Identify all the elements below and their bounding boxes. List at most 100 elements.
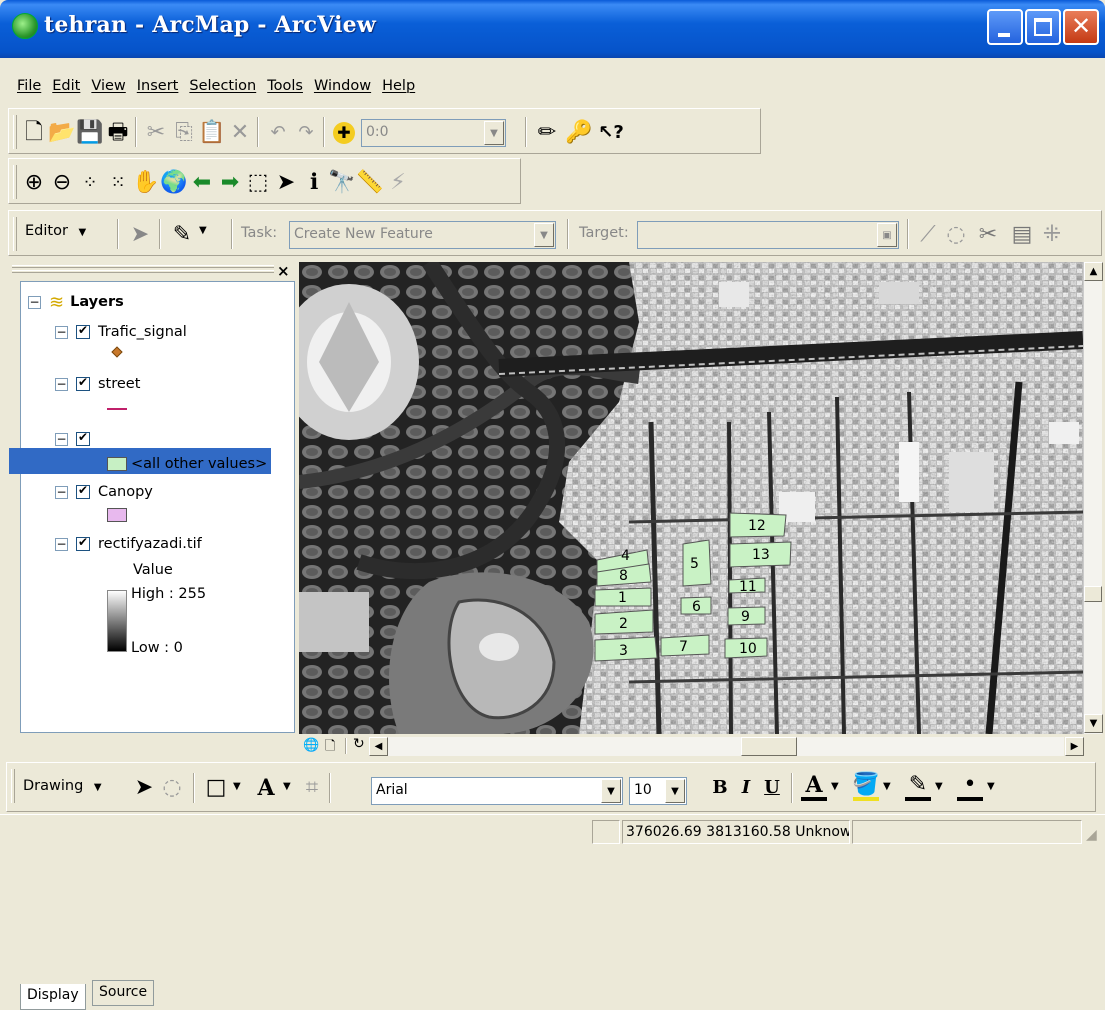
chevron-down-icon[interactable]: ▼ (283, 781, 291, 792)
scroll-left-arrow-icon[interactable]: ◀ (369, 737, 388, 756)
chevron-down-icon[interactable]: ▣ (877, 223, 897, 247)
chevron-down-icon[interactable]: ▼ (883, 781, 891, 792)
attributes-icon[interactable]: ▤ (1009, 222, 1035, 248)
tab-source[interactable]: Source (92, 980, 155, 1006)
rectangle-tool-icon[interactable]: □ (203, 775, 229, 801)
layer-visibility-checkbox[interactable] (76, 535, 90, 551)
horizontal-scroll-thumb[interactable] (741, 737, 797, 756)
find-binoculars-icon[interactable]: 🔭 (328, 170, 355, 196)
collapse-icon[interactable]: − (55, 537, 68, 551)
save-icon[interactable]: 💾 (76, 120, 103, 146)
maximize-button[interactable] (1025, 9, 1061, 45)
marker-color-icon[interactable]: • (957, 773, 983, 801)
layer-row-parcel[interactable]: − parcel (55, 427, 143, 451)
select-elements-icon[interactable]: ➤ (273, 170, 299, 196)
rotate-icon[interactable]: ◌ (943, 222, 969, 248)
menu-window[interactable]: Window (309, 78, 377, 94)
chevron-down-icon[interactable]: ▼ (233, 781, 241, 792)
scroll-right-arrow-icon[interactable]: ▶ (1065, 737, 1084, 756)
editor-menu-button[interactable]: Editor ▼ (25, 223, 86, 239)
segment-deflection-icon[interactable]: ⟋ (915, 222, 941, 248)
map-horizontal-scrollbar[interactable]: 🌐 🗋 ↻ ◀ ▶ (299, 736, 1084, 759)
undo-icon[interactable]: ↶ (265, 120, 291, 146)
edit-tool-arrow-icon[interactable]: ➤ (127, 222, 153, 248)
collapse-icon[interactable]: − (28, 295, 41, 309)
chevron-down-icon[interactable]: ▼ (484, 121, 504, 145)
scroll-down-arrow-icon[interactable]: ▼ (1084, 714, 1103, 733)
scroll-up-arrow-icon[interactable]: ▲ (1084, 262, 1103, 281)
tab-display[interactable]: Display (20, 984, 86, 1010)
horizontal-scroll-track[interactable] (388, 737, 1064, 756)
layer-row-canopy[interactable]: − Canopy (55, 480, 153, 504)
map-scale-dropdown[interactable]: 0:0 ▼ (361, 119, 506, 147)
zoom-out-icon[interactable]: ⊖ (49, 170, 75, 196)
layer-visibility-checkbox[interactable] (76, 483, 90, 499)
layer-visibility-checkbox[interactable] (76, 430, 90, 446)
fixed-zoom-out-icon[interactable]: ⁙ (105, 170, 131, 196)
menu-file[interactable]: File (12, 78, 47, 94)
collapse-icon[interactable]: − (55, 485, 68, 499)
toolbar-grip[interactable] (13, 115, 17, 149)
toc-close-icon[interactable]: × (277, 262, 290, 280)
chevron-down-icon[interactable]: ▼ (601, 779, 621, 803)
cut-icon[interactable]: ✂ (143, 120, 169, 146)
chevron-down-icon[interactable]: ▼ (199, 225, 207, 236)
menu-selection[interactable]: Selection (184, 78, 262, 94)
drawing-menu-button[interactable]: Drawing ▼ (23, 778, 102, 794)
arccatalog-icon[interactable]: 🔑 (565, 120, 592, 146)
menu-insert[interactable]: Insert (132, 78, 185, 94)
data-view-globe-icon[interactable]: 🌐 (303, 738, 319, 753)
copy-icon[interactable]: ⎘ (171, 120, 197, 146)
sketch-properties-icon[interactable]: ⁜ (1039, 222, 1065, 248)
toolbar-grip[interactable] (11, 769, 15, 803)
full-extent-globe-icon[interactable]: 🌍 (160, 170, 187, 196)
map-display[interactable]: 4 8 1 2 3 5 6 7 12 13 11 9 10 (299, 262, 1083, 734)
add-data-icon[interactable]: ✚ (331, 120, 357, 146)
collapse-icon[interactable]: − (55, 432, 68, 446)
text-tool-icon[interactable]: A (253, 775, 279, 801)
rotate-icon[interactable]: ◌ (159, 775, 185, 801)
layout-view-page-icon[interactable]: 🗋 (325, 737, 335, 759)
line-color-icon[interactable]: ✎ (905, 773, 931, 801)
split-tool-icon[interactable]: ✂ (975, 222, 1001, 248)
font-color-icon[interactable]: A (801, 773, 827, 801)
layer-row-street[interactable]: − street (55, 372, 140, 396)
pan-hand-icon[interactable]: ✋ (132, 170, 159, 196)
resize-grip-icon[interactable]: ◢ (1086, 827, 1097, 843)
italic-button[interactable]: I (733, 775, 759, 801)
menu-view[interactable]: View (86, 78, 131, 94)
new-document-icon[interactable]: 🗋 (21, 120, 47, 146)
layer-row-trafic-signal[interactable]: − Trafic_signal (55, 320, 187, 344)
font-size-dropdown[interactable]: 10 ▼ (629, 777, 687, 805)
paste-icon[interactable]: 📋 (198, 120, 225, 146)
hyperlink-icon[interactable]: ⚡ (385, 170, 411, 196)
underline-button[interactable]: U (759, 775, 785, 801)
print-icon[interactable]: 🖶 (105, 120, 131, 146)
layer-visibility-checkbox[interactable] (76, 323, 90, 339)
menu-edit[interactable]: Edit (47, 78, 86, 94)
collapse-icon[interactable]: − (55, 377, 68, 391)
layer-visibility-checkbox[interactable] (76, 375, 90, 391)
target-dropdown[interactable]: ▣ (637, 221, 899, 249)
map-vertical-scrollbar[interactable]: ▲ ▼ (1083, 262, 1103, 734)
minimize-button[interactable] (987, 9, 1023, 45)
menu-help[interactable]: Help (377, 78, 421, 94)
zoom-in-icon[interactable]: ⊕ (21, 170, 47, 196)
next-extent-icon[interactable]: ➡ (217, 170, 243, 196)
delete-icon[interactable]: ✕ (227, 120, 253, 146)
bold-button[interactable]: B (707, 775, 733, 801)
close-button[interactable]: ✕ (1063, 9, 1099, 45)
sketch-tool-pencil-icon[interactable]: ✎ (169, 222, 195, 248)
identify-icon[interactable]: ℹ (301, 170, 327, 196)
edit-vertices-icon[interactable]: ⌗ (299, 775, 325, 801)
layers-root-row[interactable]: − ≋ Layers (28, 290, 124, 314)
menu-tools[interactable]: Tools (262, 78, 309, 94)
fixed-zoom-in-icon[interactable]: ⁘ (77, 170, 103, 196)
open-folder-icon[interactable]: 📂 (48, 120, 75, 146)
whats-this-help-icon[interactable]: ↖? (598, 120, 624, 146)
font-name-dropdown[interactable]: Arial ▼ (371, 777, 623, 805)
chevron-down-icon[interactable]: ▼ (831, 781, 839, 792)
toolbar-grip[interactable] (13, 217, 17, 251)
chevron-down-icon[interactable]: ▼ (935, 781, 943, 792)
layer-row-rectifyazadi[interactable]: − rectifyazadi.tif (55, 532, 202, 556)
